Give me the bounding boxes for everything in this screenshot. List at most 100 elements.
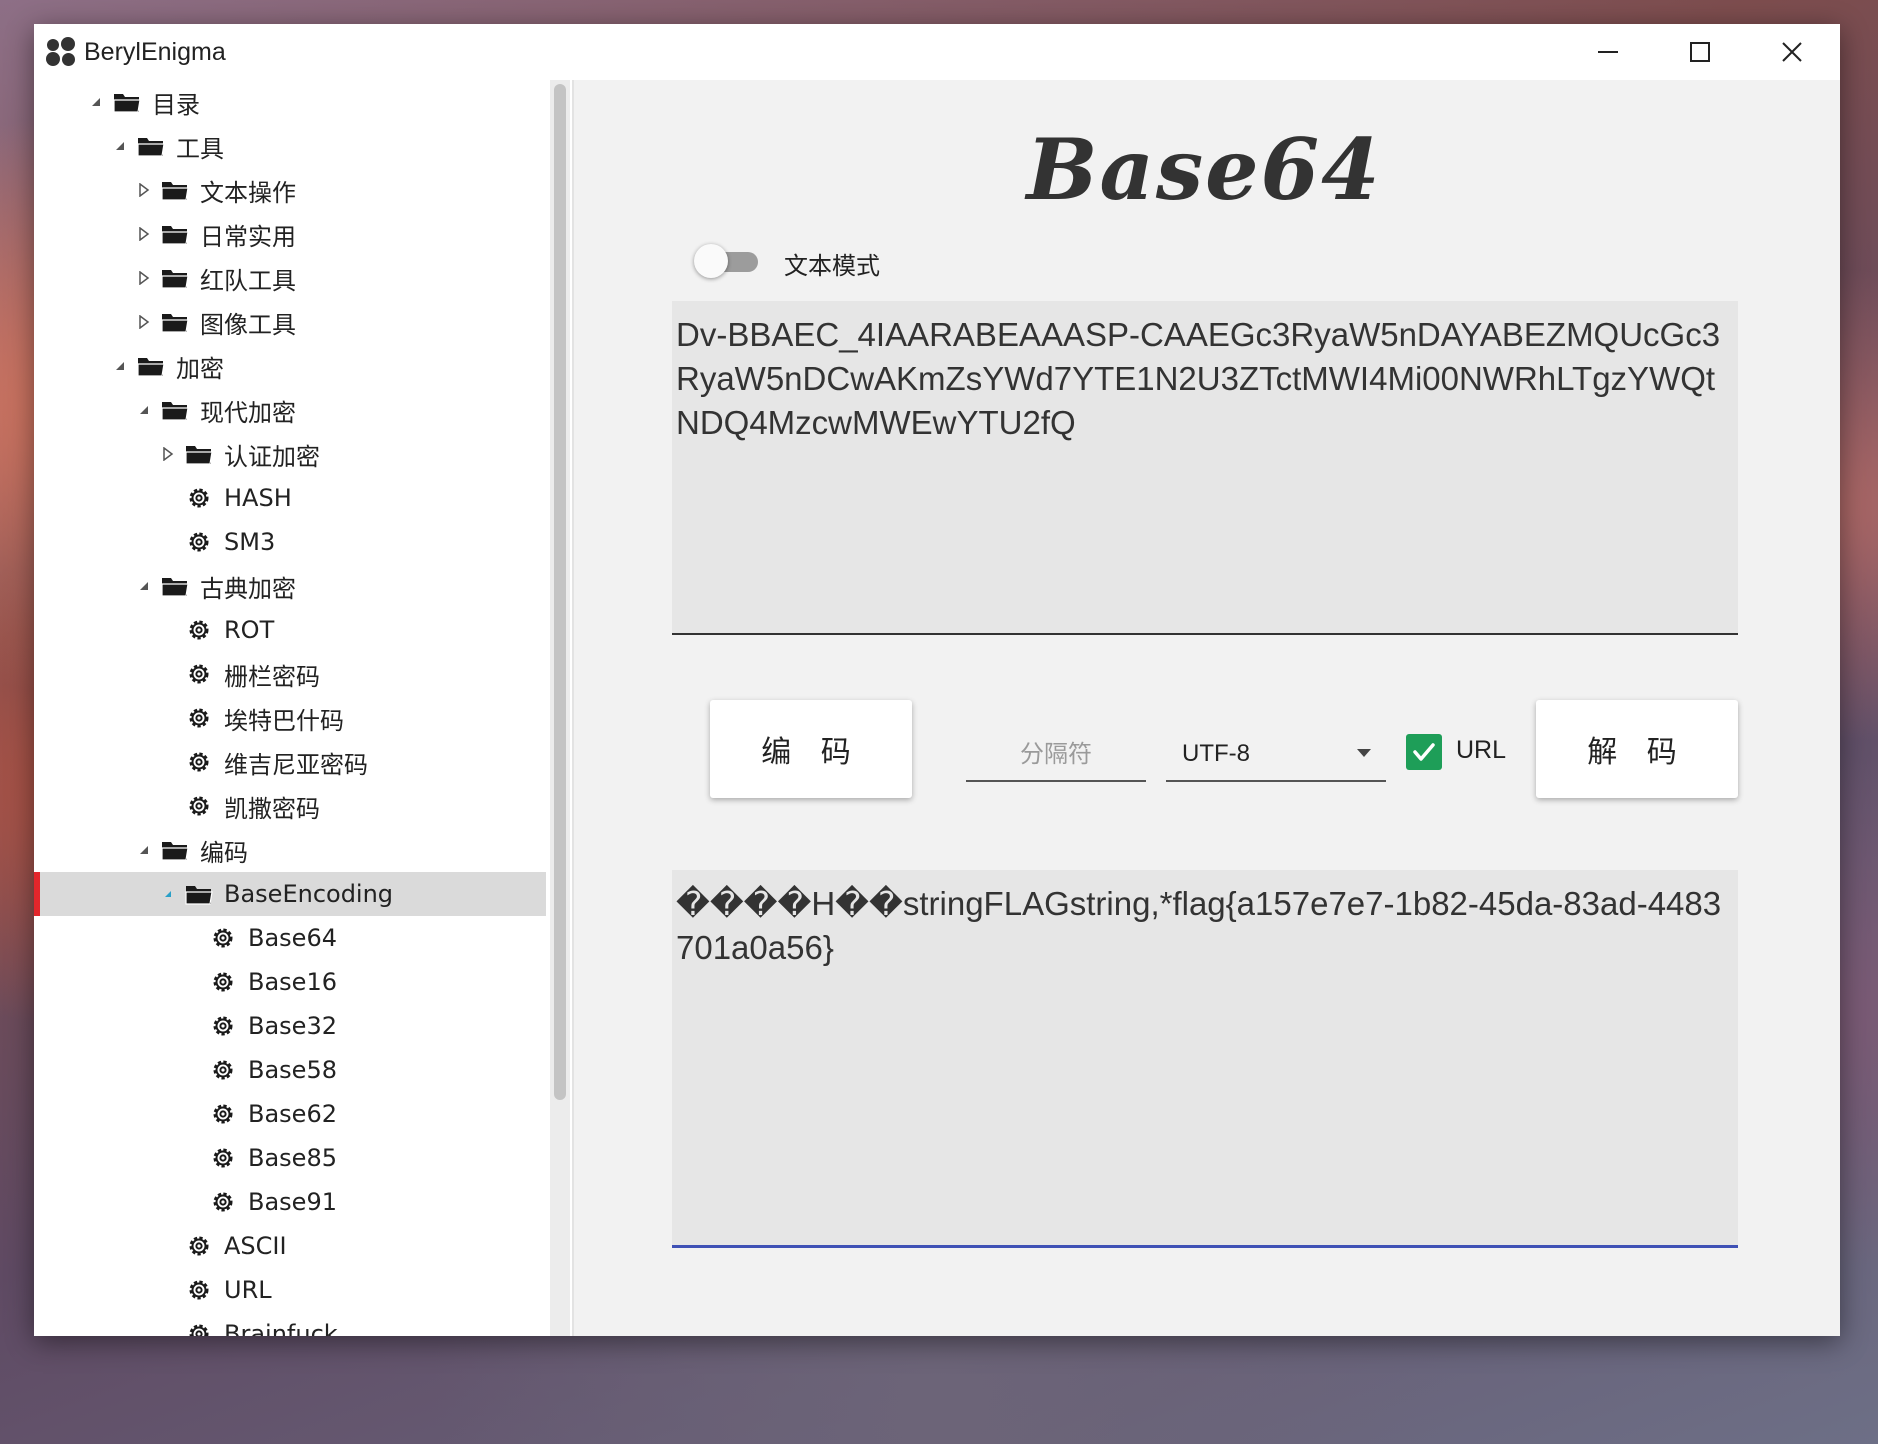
tree-item-20[interactable]: Base16 <box>34 960 546 1004</box>
text-mode-label: 文本模式 <box>784 252 880 280</box>
expand-arrow-icon[interactable] <box>108 354 132 378</box>
tree-item-23[interactable]: Base62 <box>34 1092 546 1136</box>
folder-icon <box>136 133 166 159</box>
output-textarea[interactable]: ����H��stringFLAGstring,*flag{a157e7e7-1… <box>672 870 1738 1248</box>
tree-item-5[interactable]: 图像工具 <box>34 300 546 344</box>
tree-item-label: 目录 <box>152 90 200 119</box>
expand-arrow-icon[interactable] <box>108 134 132 158</box>
sidebar-scrollbar[interactable] <box>550 80 570 1336</box>
tree-item-26[interactable]: ASCII <box>34 1224 546 1268</box>
tree-item-label: 工具 <box>176 134 224 163</box>
gear-icon <box>184 1321 214 1336</box>
tree-item-21[interactable]: Base32 <box>34 1004 546 1048</box>
page-title: Base64 <box>1026 120 1382 219</box>
expand-arrow-icon[interactable] <box>84 90 108 114</box>
tree-item-label: HASH <box>224 484 292 512</box>
collapse-arrow-icon[interactable] <box>132 178 156 202</box>
encoding-select[interactable]: UTF-8 <box>1166 728 1386 782</box>
gear-icon <box>184 749 214 775</box>
gear-icon <box>184 793 214 819</box>
maximize-button[interactable] <box>1654 24 1746 80</box>
tree-item-12[interactable]: ROT <box>34 608 546 652</box>
tree-item-label: 编码 <box>200 838 248 867</box>
folder-icon <box>160 221 190 247</box>
tree-item-label: ASCII <box>224 1232 287 1260</box>
expand-arrow-icon[interactable] <box>132 838 156 862</box>
tree-item-label: 日常实用 <box>200 222 296 251</box>
tree-item-13[interactable]: 栅栏密码 <box>34 652 546 696</box>
separator-field[interactable] <box>966 728 1146 782</box>
gear-icon <box>184 617 214 643</box>
gear-icon <box>208 1013 238 1039</box>
tree-item-22[interactable]: Base58 <box>34 1048 546 1092</box>
gear-icon <box>208 1189 238 1215</box>
expand-arrow-icon[interactable] <box>132 574 156 598</box>
gear-icon <box>184 1277 214 1303</box>
tree-item-15[interactable]: 维吉尼亚密码 <box>34 740 546 784</box>
tree-item-label: BaseEncoding <box>224 880 394 908</box>
collapse-arrow-icon[interactable] <box>132 266 156 290</box>
tree-item-10[interactable]: SM3 <box>34 520 546 564</box>
collapse-arrow-icon[interactable] <box>156 442 180 466</box>
tree-item-7[interactable]: 现代加密 <box>34 388 546 432</box>
tree-item-2[interactable]: 文本操作 <box>34 168 546 212</box>
tree-item-label: Base64 <box>248 924 337 952</box>
checkmark-icon <box>1413 743 1435 761</box>
tree-item-25[interactable]: Base91 <box>34 1180 546 1224</box>
encoding-selected-value: UTF-8 <box>1182 740 1250 767</box>
tree-item-0[interactable]: 目录 <box>34 80 546 124</box>
gear-icon <box>208 1145 238 1171</box>
decode-button[interactable]: 解 码 <box>1536 700 1738 798</box>
tree-item-14[interactable]: 埃特巴什码 <box>34 696 546 740</box>
url-checkbox-label: URL <box>1456 736 1507 764</box>
gear-icon <box>184 529 214 555</box>
tree-item-4[interactable]: 红队工具 <box>34 256 546 300</box>
tree-item-label: Brainfuck <box>224 1320 338 1336</box>
tree-item-1[interactable]: 工具 <box>34 124 546 168</box>
tree-item-9[interactable]: HASH <box>34 476 546 520</box>
tree-item-18[interactable]: BaseEncoding <box>34 872 546 916</box>
collapse-arrow-icon[interactable] <box>132 222 156 246</box>
tree-item-label: URL <box>224 1276 272 1304</box>
collapse-arrow-icon[interactable] <box>132 310 156 334</box>
tree-item-28[interactable]: Brainfuck <box>34 1312 546 1336</box>
url-checkbox[interactable] <box>1406 734 1442 770</box>
chevron-down-icon <box>1357 749 1371 757</box>
minimize-button[interactable] <box>1562 24 1654 80</box>
tree-item-6[interactable]: 加密 <box>34 344 546 388</box>
input-textarea[interactable]: Dv-BBAEC_4IAARABEAAASP-CAAEGc3RyaW5nDAYA… <box>672 301 1738 635</box>
sidebar-scroll-thumb[interactable] <box>554 84 566 1100</box>
tree-item-label: SM3 <box>224 528 276 556</box>
expand-arrow-icon[interactable] <box>132 398 156 422</box>
text-mode-toggle[interactable] <box>692 243 764 279</box>
separator-input[interactable] <box>969 739 1143 769</box>
tree-item-24[interactable]: Base85 <box>34 1136 546 1180</box>
expand-arrow-icon[interactable] <box>156 882 180 906</box>
tree-item-3[interactable]: 日常实用 <box>34 212 546 256</box>
tree-item-11[interactable]: 古典加密 <box>34 564 546 608</box>
navigation-tree: 目录工具文本操作日常实用红队工具 图像工具 加密现代加密认证加密 HASH SM3 古典加… <box>34 80 546 1336</box>
title-bar: BerylEnigma <box>34 24 1840 80</box>
gear-icon <box>184 705 214 731</box>
tree-item-16[interactable]: 凯撒密码 <box>34 784 546 828</box>
tree-item-17[interactable]: 编码 <box>34 828 546 872</box>
close-button[interactable] <box>1746 24 1838 80</box>
tree-item-label: 现代加密 <box>200 398 296 427</box>
encode-button[interactable]: 编 码 <box>710 700 912 798</box>
folder-icon <box>112 89 142 115</box>
maximize-icon <box>1690 42 1710 62</box>
folder-icon <box>160 397 190 423</box>
tree-item-8[interactable]: 认证加密 <box>34 432 546 476</box>
tree-item-27[interactable]: URL <box>34 1268 546 1312</box>
tree-item-19[interactable]: Base64 <box>34 916 546 960</box>
folder-icon <box>184 881 214 907</box>
